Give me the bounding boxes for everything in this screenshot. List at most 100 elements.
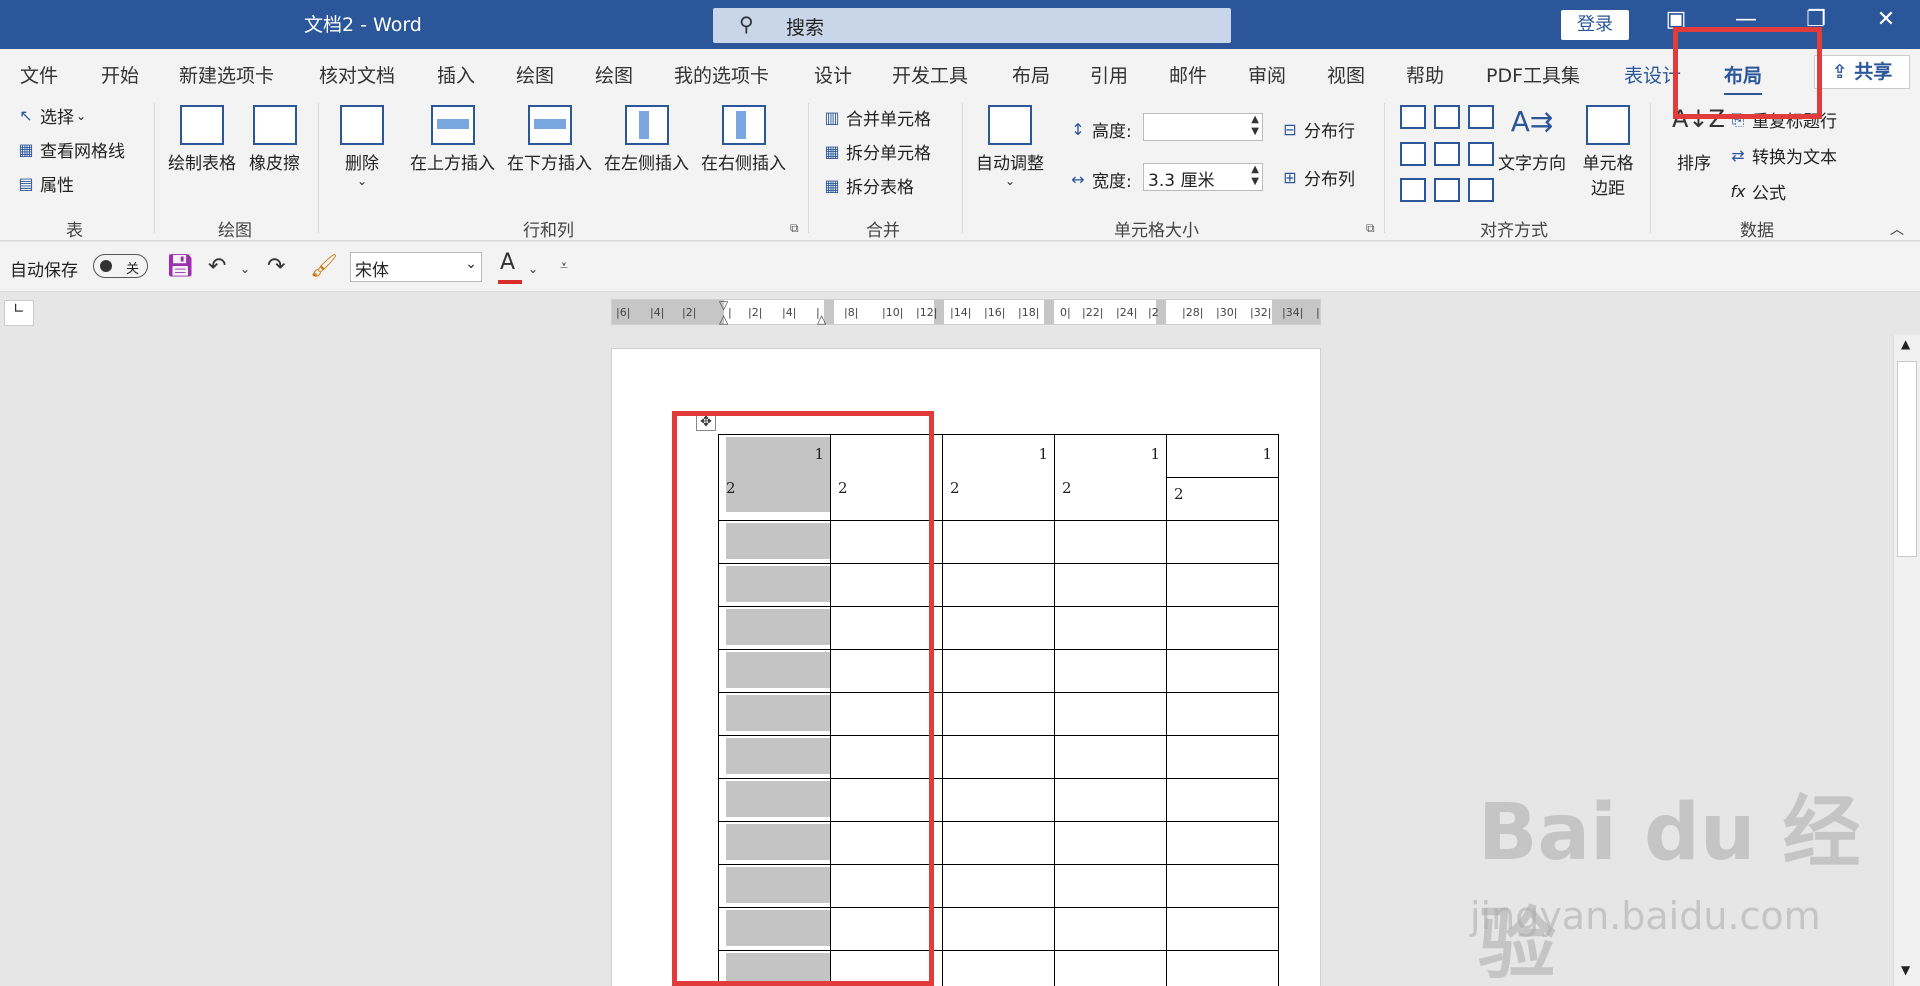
tab-design[interactable]: 设计 (814, 61, 852, 88)
tab-home[interactable]: 开始 (101, 61, 139, 88)
table-cell[interactable] (942, 907, 1055, 951)
spinner-icon[interactable]: ▲ ▼ (1251, 114, 1259, 138)
table-cell[interactable] (1166, 907, 1279, 951)
table-cell[interactable] (1166, 950, 1279, 986)
autofit-button[interactable]: 自动调整 ⌄ (976, 105, 1044, 188)
scroll-up-icon[interactable]: ▲ (1901, 337, 1910, 351)
tab-view[interactable]: 视图 (1327, 61, 1365, 88)
tab-draw-2[interactable]: 绘图 (595, 61, 633, 88)
close-icon[interactable]: ✕ (1866, 7, 1906, 32)
align-bottom-left-icon[interactable] (1400, 178, 1426, 203)
split-cells-button[interactable]: ▦ 拆分单元格 (822, 139, 931, 165)
redo-icon[interactable]: ↷ (267, 254, 285, 279)
tab-selector[interactable]: ∟ (4, 300, 34, 326)
cell-margins-button[interactable]: 单元格边距 (1580, 105, 1636, 199)
font-color-button[interactable]: A (498, 250, 522, 284)
table-cell[interactable] (1054, 692, 1167, 736)
dialog-launcher-icon[interactable]: ⧉ (790, 221, 799, 236)
share-button[interactable]: ⇪ 共享 (1814, 55, 1910, 89)
align-top-right-icon[interactable] (1468, 105, 1494, 129)
undo-dropdown-icon[interactable]: ⌄ (240, 262, 250, 276)
distribute-cols-button[interactable]: ⊞ 分布列 (1280, 165, 1355, 191)
search-box[interactable]: ⚲ 搜索 (713, 8, 1231, 43)
delete-button[interactable]: 删除 ⌄ (340, 105, 384, 188)
autosave-toggle[interactable]: 关 (93, 254, 148, 278)
distribute-rows-button[interactable]: ⊟ 分布行 (1280, 117, 1355, 143)
hanging-indent-icon[interactable]: △ (719, 312, 728, 326)
table-cell[interactable] (1166, 649, 1279, 693)
table-cell[interactable] (1054, 563, 1167, 607)
convert-to-text-button[interactable]: ⇄ 转换为文本 (1728, 143, 1837, 169)
table-cell[interactable] (1054, 950, 1167, 986)
align-bottom-right-icon[interactable] (1468, 178, 1494, 203)
merge-cells-button[interactable]: ▥ 合并单元格 (822, 105, 931, 131)
table-cell[interactable] (942, 692, 1055, 736)
tab-insert[interactable]: 插入 (437, 61, 475, 88)
table-cell[interactable] (1054, 821, 1167, 865)
table-cell[interactable]: 1 2 (942, 434, 1055, 521)
save-icon[interactable]: 💾︎ (166, 254, 194, 279)
insert-right-button[interactable]: 在右侧插入 (701, 105, 786, 174)
align-middle-right-icon[interactable] (1468, 141, 1494, 166)
align-top-center-icon[interactable] (1434, 105, 1460, 129)
table-cell[interactable] (1054, 606, 1167, 650)
tab-pdf[interactable]: PDF工具集 (1486, 61, 1580, 88)
tab-developer[interactable]: 开发工具 (892, 61, 968, 88)
table-cell[interactable] (942, 520, 1055, 564)
tab-mailings[interactable]: 邮件 (1169, 61, 1207, 88)
undo-icon[interactable]: ↶ (208, 254, 226, 279)
insert-left-button[interactable]: 在左侧插入 (604, 105, 689, 174)
horizontal-ruler[interactable]: |6| |4| |2| | |2| |4| | |8| |10| |12| |1… (611, 298, 1321, 326)
table-cell[interactable] (1166, 520, 1279, 564)
tab-layout[interactable]: 布局 (1012, 61, 1050, 88)
scroll-thumb[interactable] (1897, 361, 1917, 557)
table-cell[interactable] (1166, 778, 1279, 822)
formula-button[interactable]: fx 公式 (1728, 179, 1786, 205)
font-select[interactable]: 宋体 ⌄ (350, 252, 482, 282)
table-cell[interactable] (942, 563, 1055, 607)
table-cell[interactable] (1166, 692, 1279, 736)
tab-references[interactable]: 引用 (1090, 61, 1128, 88)
customize-toolbar-icon[interactable]: ⩡ (560, 258, 568, 274)
table-cell[interactable] (1054, 864, 1167, 908)
table-cell[interactable]: 1 2 (1054, 434, 1167, 521)
tab-new[interactable]: 新建选项卡 (179, 61, 274, 88)
align-middle-center-icon[interactable] (1434, 141, 1460, 166)
height-input[interactable]: ▲ ▼ (1143, 113, 1263, 141)
table-cell[interactable] (1054, 520, 1167, 564)
table-cell[interactable] (1166, 563, 1279, 607)
eraser-button[interactable]: 橡皮擦 (249, 105, 300, 174)
insert-above-button[interactable]: 在上方插入 (410, 105, 495, 174)
right-indent-icon[interactable]: △ (817, 312, 826, 326)
tab-draw-1[interactable]: 绘图 (516, 61, 554, 88)
select-button[interactable]: ↖ 选择 ⌄ (16, 103, 86, 129)
insert-below-button[interactable]: 在下方插入 (507, 105, 592, 174)
table-cell[interactable] (1166, 606, 1279, 650)
table-cell[interactable] (1054, 735, 1167, 779)
table-cell[interactable] (1166, 821, 1279, 865)
table-cell[interactable] (1166, 735, 1279, 779)
login-button[interactable]: 登录 (1561, 10, 1629, 40)
draw-table-button[interactable]: 绘制表格 (168, 105, 236, 174)
table-cell[interactable] (942, 864, 1055, 908)
table-cell[interactable] (942, 649, 1055, 693)
format-painter-icon[interactable]: 🖌︎ (310, 254, 338, 279)
dialog-launcher-icon[interactable]: ⧉ (1366, 221, 1375, 236)
font-color-dropdown-icon[interactable]: ⌄ (528, 262, 538, 276)
view-gridlines-button[interactable]: ▦ 查看网格线 (16, 137, 125, 163)
table-cell[interactable] (942, 950, 1055, 986)
table-cell[interactable] (1054, 649, 1167, 693)
align-middle-left-icon[interactable] (1400, 141, 1426, 166)
first-line-indent-icon[interactable]: ▽ (719, 298, 728, 312)
width-input[interactable]: 3.3 厘米 ▲ ▼ (1143, 163, 1263, 191)
table-cell[interactable] (1054, 907, 1167, 951)
align-top-left-icon[interactable] (1400, 105, 1426, 129)
tab-proof[interactable]: 核对文档 (319, 61, 395, 88)
table-cell[interactable] (1166, 864, 1279, 908)
table-cell[interactable]: 1 2 (1166, 434, 1279, 521)
collapse-ribbon-icon[interactable]: ︿ (1890, 219, 1904, 239)
tab-my[interactable]: 我的选项卡 (674, 61, 769, 88)
table-cell[interactable] (942, 735, 1055, 779)
tab-file[interactable]: 文件 (20, 61, 58, 88)
table-cell[interactable] (942, 606, 1055, 650)
